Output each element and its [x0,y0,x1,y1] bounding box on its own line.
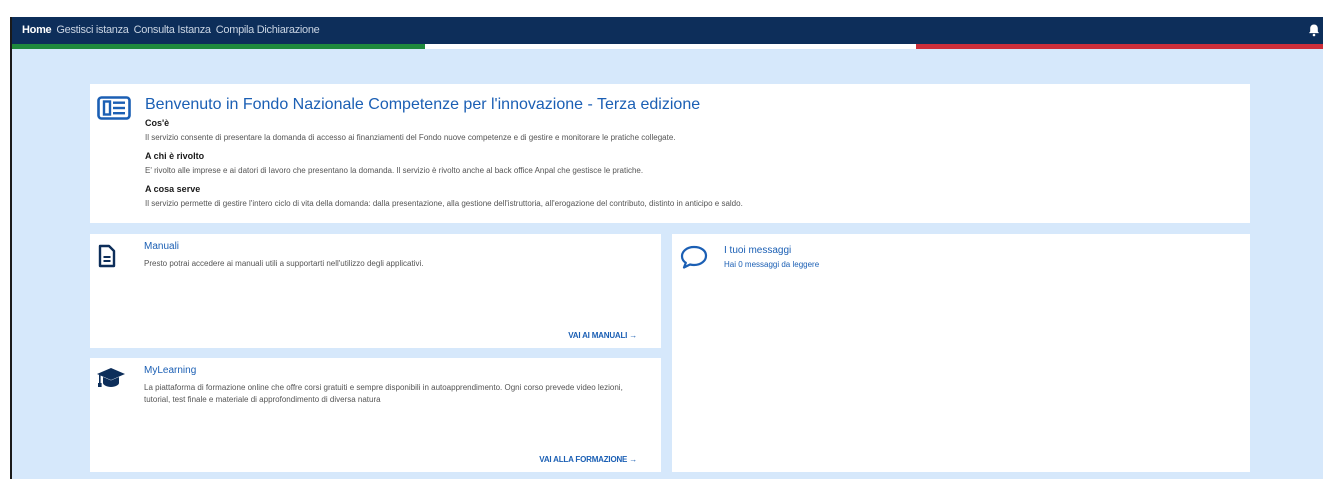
manuali-title: Manuali [144,241,180,252]
manuali-card: Manuali Presto potrai accedere ai manual… [90,234,661,348]
section-text: E' rivolto alle imprese e ai datori di l… [145,166,644,175]
section-heading: Cos'è [145,118,170,128]
section-heading: A chi è rivolto [145,151,205,161]
section-cos-e: Cos'è Il servizio consente di presentare… [145,118,676,142]
section-text: Il servizio permette di gestire l'intero… [145,199,743,208]
mylearning-description: La piattaforma di formazione online che … [144,383,623,404]
nav-compila-dichiarazione[interactable]: Compila Dichiarazione [216,24,320,36]
section-a-cosa-serve: A cosa serve Il servizio permette di ges… [145,184,743,208]
manuali-description: Presto potrai accedere ai manuali utili … [144,259,424,268]
messaggi-count-link[interactable]: Hai 0 messaggi da leggere [724,260,819,269]
nav-home[interactable]: Home [22,24,52,36]
section-a-chi-e-rivolto: A chi è rivolto E' rivolto alle imprese … [145,151,643,175]
italian-flag-stripe [12,44,1323,49]
top-navbar: Home Gestisci istanza Consulta Istanza C… [12,17,1323,44]
bell-icon[interactable] [1307,23,1321,37]
messaggi-card: I tuoi messaggi Hai 0 messaggi da legger… [672,234,1250,472]
section-heading: A cosa serve [145,184,201,194]
welcome-card: Benvenuto in Fondo Nazionale Competenze … [90,84,1250,223]
section-text: Il servizio consente di presentare la do… [145,133,676,142]
nav-consulta-istanza[interactable]: Consulta Istanza [134,24,211,36]
speech-bubble-icon [680,245,708,269]
vai-alla-formazione-link[interactable]: VAI ALLA FORMAZIONE → [539,455,637,464]
document-icon [98,244,116,268]
main-nav: Home Gestisci istanza Consulta Istanza C… [22,24,320,36]
vai-ai-manuali-link[interactable]: VAI AI MANUALI → [568,331,637,340]
mylearning-title: MyLearning [144,365,197,376]
messaggi-title[interactable]: I tuoi messaggi [724,245,791,256]
app-frame: Home Gestisci istanza Consulta Istanza C… [10,17,1323,479]
newspaper-icon [97,96,131,120]
graduation-cap-icon [97,368,125,387]
mylearning-card: MyLearning La piattaforma di formazione … [90,358,661,472]
welcome-title: Benvenuto in Fondo Nazionale Competenze … [145,96,701,113]
nav-gestisci-istanza[interactable]: Gestisci istanza [56,24,129,36]
